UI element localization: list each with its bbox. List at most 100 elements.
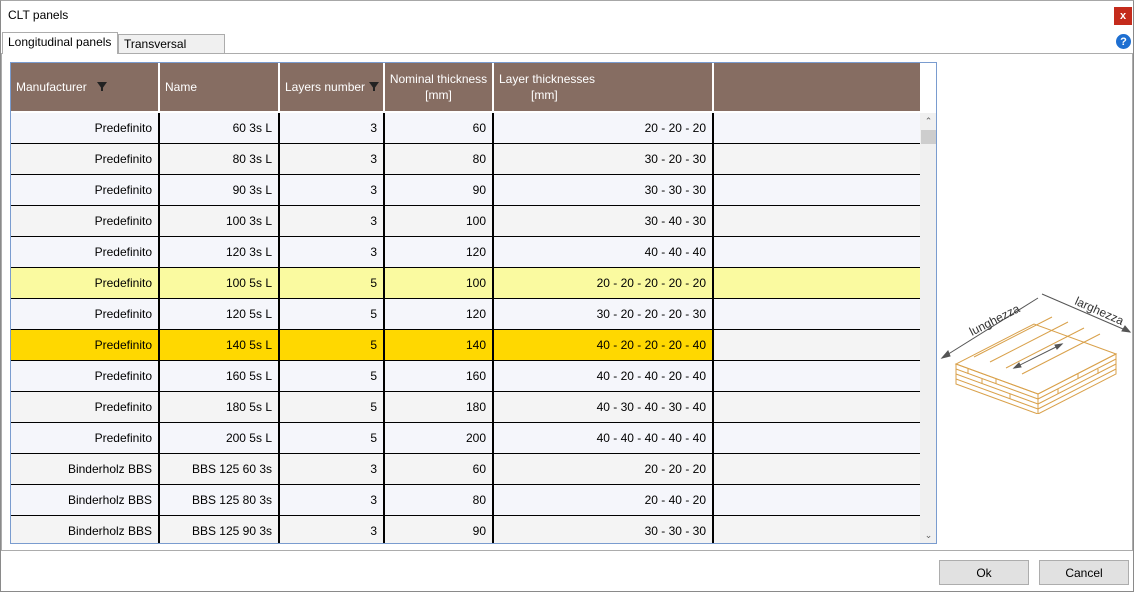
cell-manufacturer: Predefinito: [11, 237, 158, 267]
cell-name: 100 3s L: [160, 206, 278, 236]
cell-nominal-thickness: 80: [385, 144, 492, 174]
cell-layers-number: 3: [280, 516, 383, 543]
table-row[interactable]: Predefinito 200 5s L 5 200 40 - 40 - 40 - 40…: [11, 423, 920, 454]
ok-button[interactable]: Ok: [939, 560, 1029, 585]
cell-filler: [714, 299, 920, 329]
cell-filler: [714, 361, 920, 391]
column-header-nominal-thickness[interactable]: Nominal thickness [mm]: [385, 63, 492, 111]
table-row[interactable]: Predefinito 180 5s L 5 180 40 - 30 - 40 - 30…: [11, 392, 920, 423]
table-row[interactable]: Predefinito 160 5s L 5 160 40 - 20 - 40 - 20…: [11, 361, 920, 392]
cell-manufacturer: Predefinito: [11, 113, 158, 143]
cell-layer-thicknesses: 30 - 30 - 30: [494, 175, 712, 205]
cell-filler: [714, 423, 920, 453]
filter-icon[interactable]: [97, 82, 107, 91]
cell-nominal-thickness: 160: [385, 361, 492, 391]
column-header-label: Name: [165, 80, 198, 94]
scroll-down-icon[interactable]: ⌄: [920, 527, 936, 543]
cell-name: 200 5s L: [160, 423, 278, 453]
cell-name: 120 3s L: [160, 237, 278, 267]
cell-layers-number: 3: [280, 485, 383, 515]
table-row[interactable]: Predefinito 140 5s L 5 140 40 - 20 - 20 - 20…: [11, 330, 920, 361]
cell-nominal-thickness: 80: [385, 485, 492, 515]
table-row[interactable]: Binderholz BBS BBS 125 60 3s 3 60 20 - 20 - …: [11, 454, 920, 485]
tab-transversal-panels[interactable]: Transversal panels: [118, 34, 225, 70]
filter-icon[interactable]: [369, 82, 379, 91]
table-row[interactable]: Predefinito 80 3s L 3 80 30 - 20 - 30: [11, 144, 920, 175]
cell-layers-number: 3: [280, 113, 383, 143]
cell-layer-thicknesses: 40 - 20 - 40 - 20 - 40: [494, 361, 712, 391]
cell-layer-thicknesses: 30 - 20 - 20 - 20 - 30: [494, 299, 712, 329]
scroll-up-icon[interactable]: ⌃: [920, 113, 936, 130]
column-header-label: Nominal thickness: [389, 72, 488, 86]
column-header-unit: [mm]: [531, 88, 558, 102]
tab-panel: Manufacturer Name Layers number Nominal …: [1, 53, 1133, 551]
column-header-layer-thicknesses[interactable]: Layer thicknesses [mm]: [494, 63, 712, 111]
cell-filler: [714, 113, 920, 143]
column-header-label: Layer thicknesses: [499, 72, 596, 86]
column-header-label: Layers number: [285, 80, 366, 94]
cell-manufacturer: Predefinito: [11, 144, 158, 174]
cell-layers-number: 5: [280, 423, 383, 453]
table-row[interactable]: Predefinito 100 5s L 5 100 20 - 20 - 20 - 20…: [11, 268, 920, 299]
cell-name: BBS 125 90 3s: [160, 516, 278, 543]
cell-layer-thicknesses: 40 - 40 - 40: [494, 237, 712, 267]
cell-filler: [714, 516, 920, 543]
cell-name: 160 5s L: [160, 361, 278, 391]
cell-filler: [714, 485, 920, 515]
table-row[interactable]: Predefinito 90 3s L 3 90 30 - 30 - 30: [11, 175, 920, 206]
cell-layers-number: 5: [280, 392, 383, 422]
column-header-layers-number[interactable]: Layers number: [280, 63, 383, 111]
cell-manufacturer: Binderholz BBS: [11, 454, 158, 484]
table-row[interactable]: Predefinito 100 3s L 3 100 30 - 40 - 30: [11, 206, 920, 237]
clt-panel-illustration: lunghezza larghezza: [940, 293, 1132, 414]
column-header-manufacturer[interactable]: Manufacturer: [11, 63, 158, 111]
cell-layers-number: 3: [280, 454, 383, 484]
cell-layers-number: 5: [280, 299, 383, 329]
cell-manufacturer: Predefinito: [11, 299, 158, 329]
cell-layers-number: 3: [280, 144, 383, 174]
cell-filler: [714, 144, 920, 174]
vertical-scrollbar[interactable]: ⌃ ⌄: [920, 113, 936, 543]
help-icon[interactable]: ?: [1116, 34, 1131, 49]
cell-layer-thicknesses: 20 - 20 - 20: [494, 113, 712, 143]
cell-layers-number: 5: [280, 361, 383, 391]
cell-manufacturer: Predefinito: [11, 330, 158, 360]
column-header-filler: [714, 63, 920, 111]
cancel-button[interactable]: Cancel: [1039, 560, 1129, 585]
cell-layer-thicknesses: 30 - 30 - 30: [494, 516, 712, 543]
close-button[interactable]: x: [1114, 7, 1132, 25]
cell-filler: [714, 206, 920, 236]
cell-name: 80 3s L: [160, 144, 278, 174]
table-row[interactable]: Predefinito 120 3s L 3 120 40 - 40 - 40: [11, 237, 920, 268]
scroll-thumb[interactable]: [921, 130, 936, 144]
cell-manufacturer: Predefinito: [11, 423, 158, 453]
table-row[interactable]: Predefinito 60 3s L 3 60 20 - 20 - 20: [11, 113, 920, 144]
cell-filler: [714, 454, 920, 484]
cell-nominal-thickness: 100: [385, 268, 492, 298]
cell-manufacturer: Predefinito: [11, 175, 158, 205]
column-header-name[interactable]: Name: [160, 63, 278, 111]
cell-nominal-thickness: 120: [385, 299, 492, 329]
cell-filler: [714, 175, 920, 205]
table-row[interactable]: Binderholz BBS BBS 125 80 3s 3 80 20 - 40 - …: [11, 485, 920, 516]
cell-nominal-thickness: 90: [385, 516, 492, 543]
cell-nominal-thickness: 120: [385, 237, 492, 267]
table-row[interactable]: Binderholz BBS BBS 125 90 3s 3 90 30 - 30 - …: [11, 516, 920, 543]
cell-filler: [714, 268, 920, 298]
cell-nominal-thickness: 140: [385, 330, 492, 360]
grid-header: Manufacturer Name Layers number Nominal …: [11, 63, 920, 113]
cell-name: 60 3s L: [160, 113, 278, 143]
cell-layer-thicknesses: 20 - 20 - 20 - 20 - 20: [494, 268, 712, 298]
cell-name: 180 5s L: [160, 392, 278, 422]
cell-name: BBS 125 60 3s: [160, 454, 278, 484]
cell-layers-number: 3: [280, 206, 383, 236]
cell-name: 140 5s L: [160, 330, 278, 360]
cell-nominal-thickness: 200: [385, 423, 492, 453]
table-row[interactable]: Predefinito 120 5s L 5 120 30 - 20 - 20 - 20…: [11, 299, 920, 330]
panels-grid: Manufacturer Name Layers number Nominal …: [10, 62, 937, 544]
cell-filler: [714, 392, 920, 422]
cell-name: BBS 125 80 3s: [160, 485, 278, 515]
cell-layer-thicknesses: 40 - 20 - 20 - 20 - 40: [494, 330, 712, 360]
cell-layer-thicknesses: 40 - 30 - 40 - 30 - 40: [494, 392, 712, 422]
tab-longitudinal-panels[interactable]: Longitudinal panels: [2, 32, 118, 54]
